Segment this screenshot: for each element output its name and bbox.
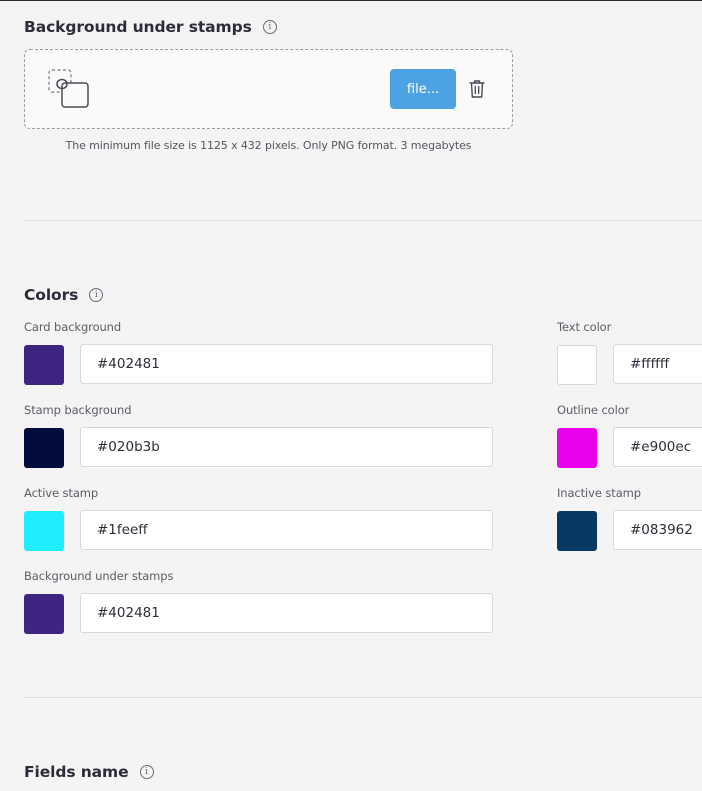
stamp-background-label: Stamp background	[24, 403, 132, 417]
card-background-input[interactable]: #402481	[80, 344, 493, 384]
inactive-stamp-swatch[interactable]	[557, 511, 597, 551]
background-under-stamps-label: Background under stamps	[24, 569, 174, 583]
active-stamp-input[interactable]: #1feeff	[80, 510, 493, 550]
background-section-title: Background under stamps i	[24, 18, 277, 36]
card-background-swatch[interactable]	[24, 345, 64, 385]
image-placeholder-icon	[48, 69, 89, 108]
inactive-stamp-label: Inactive stamp	[557, 486, 641, 500]
outline-color-input[interactable]: #e900ec	[613, 427, 702, 467]
info-icon[interactable]: i	[139, 765, 154, 779]
colors-section-title: Colors i	[24, 286, 104, 304]
stamp-background-input[interactable]: #020b3b	[80, 427, 493, 467]
background-under-stamps-swatch[interactable]	[24, 594, 64, 634]
file-upload-button[interactable]: file...	[390, 69, 456, 109]
colors-section-title-text: Colors	[24, 286, 79, 304]
outline-color-label: Outline color	[557, 403, 630, 417]
inactive-stamp-input[interactable]: #083962	[613, 510, 702, 550]
info-icon[interactable]: i	[89, 288, 104, 302]
active-stamp-swatch[interactable]	[24, 511, 64, 551]
info-icon[interactable]: i	[262, 20, 277, 34]
background-section-title-text: Background under stamps	[24, 18, 252, 36]
text-color-input[interactable]: #ffffff	[613, 344, 702, 384]
upload-hint-text: The minimum file size is 1125 x 432 pixe…	[65, 139, 472, 152]
outline-color-swatch[interactable]	[557, 428, 597, 468]
background-under-stamps-input[interactable]: #402481	[80, 593, 493, 633]
fields-name-section-title-text: Fields name	[24, 763, 129, 781]
trash-icon[interactable]	[468, 79, 486, 99]
section-divider	[24, 220, 702, 221]
stamp-background-swatch[interactable]	[24, 428, 64, 468]
fields-name-section-title: Fields name i	[24, 763, 154, 781]
active-stamp-label: Active stamp	[24, 486, 99, 500]
background-upload-dropzone[interactable]: file...	[24, 49, 513, 129]
section-divider	[24, 697, 702, 698]
card-background-label: Card background	[24, 320, 122, 334]
text-color-swatch[interactable]	[557, 345, 597, 385]
text-color-label: Text color	[557, 320, 612, 334]
